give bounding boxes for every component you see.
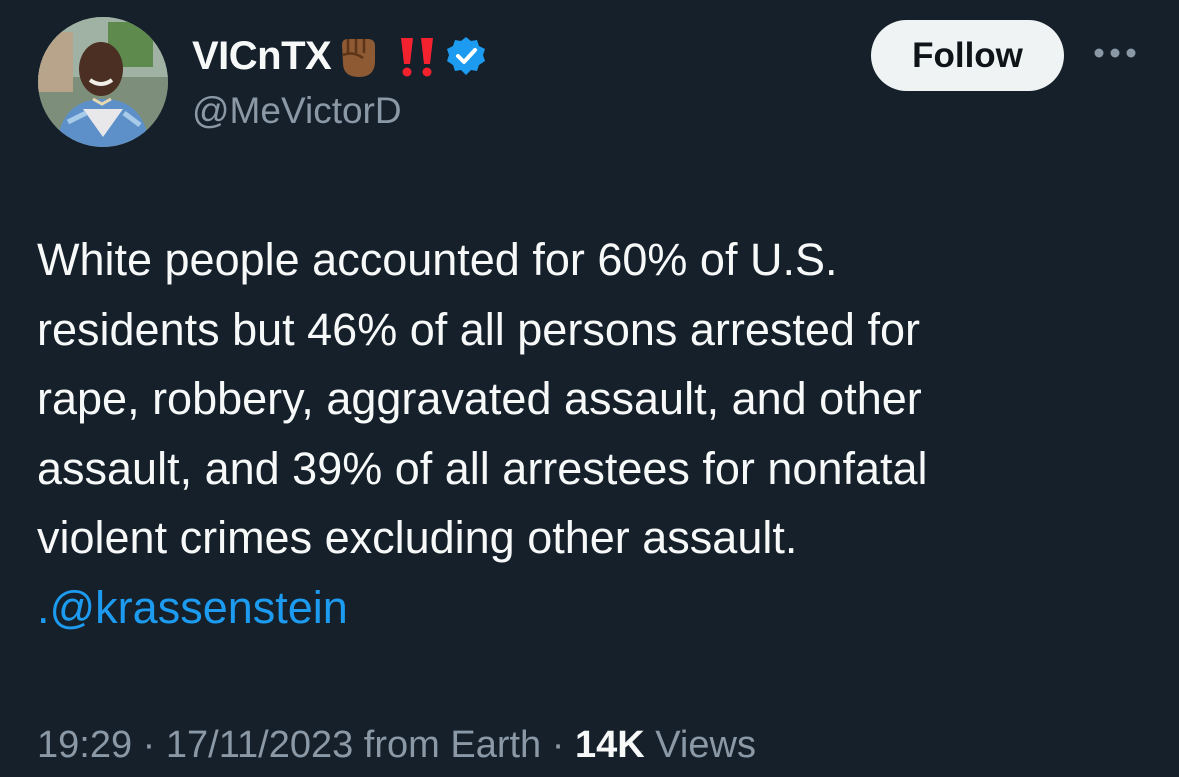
tweet-time[interactable]: 19:29 (37, 724, 132, 766)
author-name-row: VICnTX (192, 30, 487, 82)
author-display-name[interactable]: VICnTX (192, 30, 332, 82)
mention-link[interactable]: .@krassenstein (37, 573, 1147, 643)
tweet-source: from Earth (353, 724, 542, 766)
tweet-text-line: assault, and 39% of all arrestees for no… (37, 442, 928, 494)
author-avatar[interactable] (38, 17, 168, 147)
meta-separator: · (541, 724, 575, 766)
views-count: 14K (574, 724, 645, 766)
more-options-icon[interactable] (1093, 46, 1137, 60)
tweet-text-line: residents but 46% of all persons arreste… (37, 303, 920, 355)
tweet-text: White people accounted for 60% of U.S. r… (37, 225, 1147, 642)
meta-separator: · (132, 724, 166, 766)
views-label: Views (644, 724, 756, 766)
follow-button[interactable]: Follow (871, 20, 1064, 91)
raised-fist-icon (342, 39, 376, 77)
verified-badge-icon[interactable] (445, 35, 487, 77)
tweet-text-line: White people accounted for 60% of U.S. (37, 234, 838, 285)
avatar-photo (38, 17, 168, 147)
tweet-date[interactable]: 17/11/2023 (166, 724, 353, 766)
tweet-text-line: rape, robbery, aggravated assault, and o… (37, 373, 922, 424)
double-exclamation-icon (401, 38, 434, 77)
tweet-meta: 19:29 · 17/11/2023 from Earth · 14K View… (37, 718, 756, 772)
tweet-text-line: violent crimes excluding other assault. (37, 512, 798, 563)
author-handle[interactable]: @MeVictorD (192, 88, 402, 134)
